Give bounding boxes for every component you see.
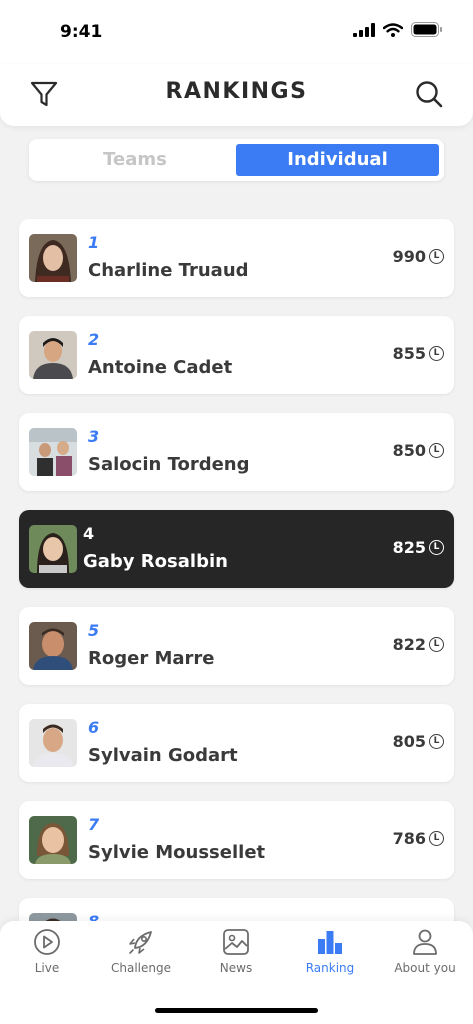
ranking-card[interactable]: 1 Charline Truaud 990 L xyxy=(19,219,454,297)
tab-about-you[interactable]: About you xyxy=(378,927,472,987)
ranking-card[interactable]: 6 Sylvain Godart 805 L xyxy=(19,704,454,782)
rank-number: 5 xyxy=(88,621,100,640)
ranking-card[interactable]: 2 Antoine Cadet 855 L xyxy=(19,316,454,394)
coin-icon: L xyxy=(429,540,444,555)
tab-label: Live xyxy=(34,961,60,975)
rank-number: 1 xyxy=(88,233,100,252)
points-value: 850 xyxy=(392,441,426,460)
points: 850 L xyxy=(393,441,444,460)
tab-label: Challenge xyxy=(111,961,171,975)
avatar xyxy=(29,428,77,476)
points-value: 805 xyxy=(392,732,426,751)
user-icon xyxy=(413,929,437,955)
coin-icon: L xyxy=(429,637,444,652)
coin-icon: L xyxy=(429,249,444,264)
ranking-card[interactable]: 7 Sylvie Moussellet 786 L xyxy=(19,801,454,879)
tab-label: News xyxy=(219,961,253,975)
coin-icon: L xyxy=(429,346,444,361)
points: 786 L xyxy=(393,829,444,848)
bar-chart-icon xyxy=(318,931,342,954)
tab-challenge[interactable]: Challenge xyxy=(94,927,188,987)
player-name: Salocin Tordeng xyxy=(88,454,250,475)
avatar xyxy=(29,525,77,573)
rank-number: 4 xyxy=(83,524,95,543)
points-value: 855 xyxy=(392,344,426,363)
rank-number: 3 xyxy=(88,427,100,446)
avatar xyxy=(29,622,77,670)
points: 990 L xyxy=(393,247,444,266)
player-name: Charline Truaud xyxy=(88,260,249,281)
points: 805 L xyxy=(393,732,444,751)
tab-ranking[interactable]: Ranking xyxy=(283,927,377,987)
avatar xyxy=(29,331,77,379)
points-value: 822 xyxy=(392,635,426,654)
player-name: Roger Marre xyxy=(88,648,215,669)
avatar xyxy=(29,234,77,282)
points-value: 825 xyxy=(392,538,426,557)
tab-label: Ranking xyxy=(305,961,355,975)
rank-number: 2 xyxy=(88,330,100,349)
rank-number: 7 xyxy=(88,815,100,834)
home-indicator xyxy=(155,1008,318,1013)
play-circle-icon xyxy=(34,929,60,955)
ranking-card[interactable]: 3 Salocin Tordeng 850 L xyxy=(19,413,454,491)
coin-icon: L xyxy=(429,831,444,846)
tab-live[interactable]: Live xyxy=(0,927,94,987)
points: 822 L xyxy=(393,635,444,654)
ranking-card-current-user[interactable]: 4 Gaby Rosalbin 825 L xyxy=(19,510,454,588)
rank-number: 6 xyxy=(88,718,100,737)
rocket-icon xyxy=(129,931,152,954)
points-value: 786 xyxy=(392,829,426,848)
image-icon xyxy=(223,929,249,955)
ranking-card[interactable]: 5 Roger Marre 822 L xyxy=(19,607,454,685)
player-name: Sylvie Moussellet xyxy=(88,842,266,863)
coin-icon: L xyxy=(429,443,444,458)
points: 825 L xyxy=(393,538,444,557)
player-name: Gaby Rosalbin xyxy=(83,551,228,572)
avatar xyxy=(29,719,77,767)
points: 855 L xyxy=(393,344,444,363)
tab-label: About you xyxy=(394,961,456,975)
avatar xyxy=(29,816,77,864)
player-name: Sylvain Godart xyxy=(88,745,238,766)
player-name: Antoine Cadet xyxy=(88,357,233,378)
points-value: 990 xyxy=(392,247,426,266)
ranking-list: 1 Charline Truaud 990 L 2 Antoine Cadet … xyxy=(0,0,473,1024)
coin-icon: L xyxy=(429,734,444,749)
tab-news[interactable]: News xyxy=(189,927,283,987)
